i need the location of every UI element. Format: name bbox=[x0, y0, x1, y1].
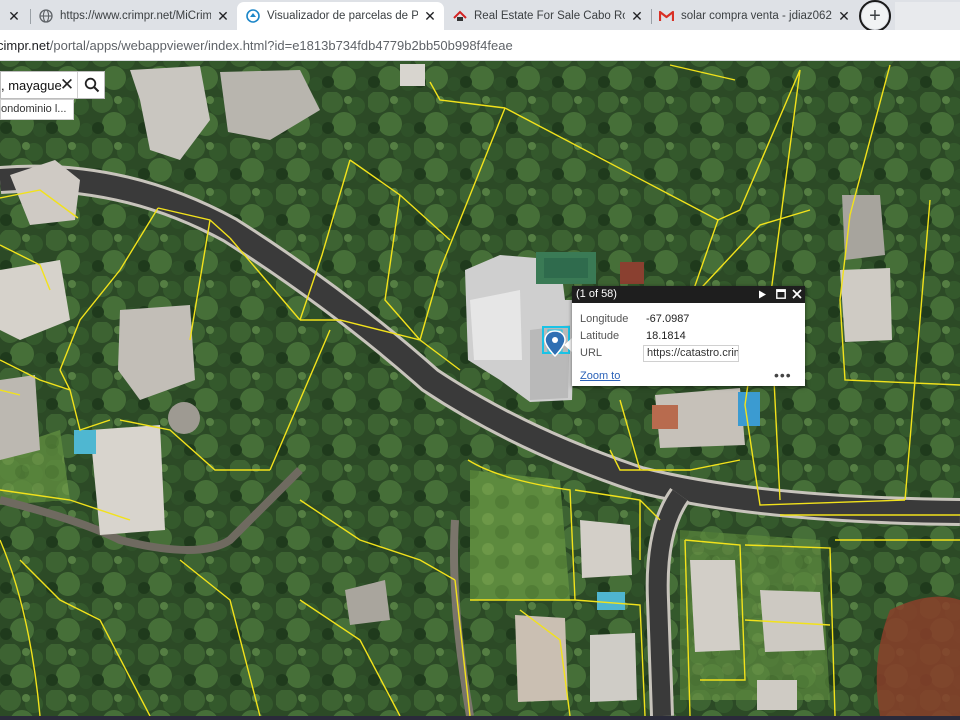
taskbar bbox=[0, 716, 960, 720]
tab-blank[interactable]: ✕ bbox=[0, 2, 30, 30]
maximize-popup-button[interactable] bbox=[774, 287, 788, 301]
tab-title: solar compra venta - jdiaz06200 bbox=[681, 10, 832, 22]
close-icon bbox=[792, 289, 802, 299]
window-controls-area bbox=[895, 2, 960, 30]
maximize-icon bbox=[776, 289, 786, 299]
tab-crimpr[interactable]: https://www.crimpr.net/MiCrim/d ✕ bbox=[30, 2, 237, 30]
tab-close-icon[interactable]: ✕ bbox=[836, 8, 852, 24]
arcgis-icon bbox=[245, 9, 260, 24]
globe-icon bbox=[38, 9, 53, 24]
realtor-icon bbox=[452, 9, 467, 24]
map-search-box[interactable]: , mayague ✕ bbox=[0, 71, 105, 99]
latitude-label: Latitude bbox=[580, 330, 620, 342]
next-feature-button[interactable] bbox=[755, 287, 769, 301]
url-label: URL bbox=[580, 347, 603, 359]
more-options-button[interactable]: ••• bbox=[774, 367, 792, 383]
longitude-label: Longitude bbox=[580, 313, 629, 325]
feature-popup: (1 of 58) Longitude -67.0987 Latitude 18… bbox=[572, 286, 805, 386]
tab-title: Visualizador de parcelas de Puert bbox=[267, 10, 418, 22]
tab-close-icon[interactable]: ✕ bbox=[6, 8, 22, 24]
map-view[interactable] bbox=[0, 61, 960, 716]
tab-visualizador[interactable]: Visualizador de parcelas de Puert ✕ bbox=[237, 2, 444, 30]
popup-header: (1 of 58) bbox=[572, 286, 805, 303]
tab-close-icon[interactable]: ✕ bbox=[629, 8, 645, 24]
latitude-value: 18.1814 bbox=[646, 330, 686, 342]
search-icon bbox=[84, 77, 100, 93]
popup-body: Longitude -67.0987 Latitude 18.1814 URL … bbox=[572, 303, 805, 386]
url-value-field[interactable]: https://catastro.crimpr. bbox=[643, 345, 739, 362]
tab-close-icon[interactable]: ✕ bbox=[422, 8, 438, 24]
search-suggestion[interactable]: ondominio l... bbox=[0, 99, 74, 120]
gmail-icon bbox=[659, 9, 674, 24]
clear-search-button[interactable]: ✕ bbox=[59, 75, 75, 95]
search-input[interactable]: , mayague bbox=[1, 78, 62, 93]
address-domain: cimpr.net bbox=[0, 38, 50, 53]
play-next-icon bbox=[758, 290, 766, 298]
new-tab-button[interactable]: + bbox=[862, 3, 888, 29]
address-url[interactable]: cimpr.net/portal/apps/webappviewer/index… bbox=[0, 38, 513, 53]
tab-real-estate[interactable]: Real Estate For Sale Cabo Rojo , P ✕ bbox=[444, 2, 651, 30]
tab-close-icon[interactable]: ✕ bbox=[215, 8, 231, 24]
address-bar[interactable]: cimpr.net/portal/apps/webappviewer/index… bbox=[0, 30, 960, 61]
satellite-imagery bbox=[0, 61, 960, 716]
tab-title: https://www.crimpr.net/MiCrim/d bbox=[60, 10, 211, 22]
tab-gmail[interactable]: solar compra venta - jdiaz06200 ✕ bbox=[651, 2, 858, 30]
tab-strip: ✕ https://www.crimpr.net/MiCrim/d ✕ Visu… bbox=[0, 0, 960, 32]
tab-title: Real Estate For Sale Cabo Rojo , P bbox=[474, 10, 625, 22]
address-path: /portal/apps/webappviewer/index.html?id=… bbox=[49, 38, 513, 53]
longitude-value: -67.0987 bbox=[646, 313, 690, 325]
close-popup-button[interactable] bbox=[790, 287, 804, 301]
zoom-to-link[interactable]: Zoom to bbox=[580, 370, 620, 382]
search-button[interactable] bbox=[77, 72, 106, 98]
popup-counter: (1 of 58) bbox=[576, 288, 617, 300]
